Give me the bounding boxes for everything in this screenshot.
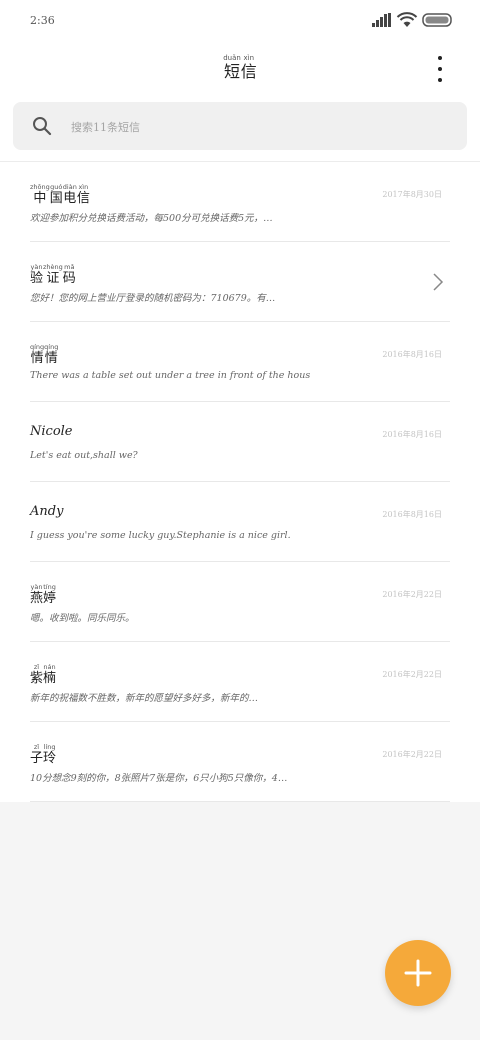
message-preview: There was a table set out under a tree i… bbox=[30, 370, 311, 381]
message-preview: I guess you're some lucky guy.Stephanie … bbox=[30, 530, 291, 541]
message-date: 2016年2月22日 bbox=[382, 670, 442, 679]
contact-name: Andy bbox=[30, 504, 64, 519]
message-preview: 10分想念9刻的你，8张照片7张是你，6只小狗5只像你，4… bbox=[30, 773, 288, 784]
message-date: 2017年8月30日 bbox=[382, 190, 442, 199]
message-preview: 您好！您的网上营业厅登录的随机密码为：710679。有… bbox=[30, 293, 276, 304]
message-preview: 欢迎参加积分兑换话费活动，每500分可兑换话费5元，… bbox=[30, 213, 273, 224]
page-title: 短duǎn信xìn bbox=[0, 54, 480, 82]
message-preview: Let's eat out,shall we? bbox=[30, 450, 138, 461]
contact-name-char: 玲líng bbox=[43, 743, 57, 766]
status-time: 2:36 bbox=[30, 14, 55, 27]
message-date: 2016年8月16日 bbox=[382, 510, 442, 519]
contact-name-char: 燕yàn bbox=[30, 583, 44, 606]
message-preview: 嗯。收到啦。同乐同乐。 bbox=[30, 613, 135, 624]
more-options-button[interactable] bbox=[428, 54, 452, 84]
contact-name-char: 紫zǐ bbox=[30, 663, 44, 686]
contact-name: 中zhōng国guó电diàn信xìn bbox=[30, 183, 90, 206]
contact-name-char: 电diàn bbox=[62, 183, 77, 206]
list-item[interactable]: 验yàn证zhèng码mǎ 您好！您的网上营业厅登录的随机密码为：710679。有… bbox=[30, 242, 450, 322]
more-vertical-icon-dot bbox=[438, 56, 442, 60]
message-date: 2016年8月16日 bbox=[382, 430, 442, 439]
message-date: 2016年8月16日 bbox=[382, 350, 442, 359]
search-bar[interactable] bbox=[13, 102, 467, 150]
more-vertical-icon-dot bbox=[438, 78, 442, 82]
list-item[interactable]: 紫zǐ楠nán 新年的祝福数不胜数，新年的愿望好多好多，新年的… 2016年2月22… bbox=[30, 642, 450, 722]
contact-name: 紫zǐ楠nán bbox=[30, 663, 57, 686]
message-list: 中zhōng国guó电diàn信xìn 欢迎参加积分兑换话费活动，每500分可兑换… bbox=[0, 161, 480, 802]
contact-name: Nicole bbox=[30, 424, 73, 439]
battery-icon bbox=[422, 13, 452, 27]
list-item[interactable]: Andy I guess you're some lucky guy.Stepha… bbox=[30, 482, 450, 562]
compose-button[interactable] bbox=[385, 940, 451, 1006]
contact-name-char: 国guó bbox=[49, 183, 63, 206]
contact-name-char: 楠nán bbox=[43, 663, 57, 686]
contact-name: 情qíng情qíng bbox=[30, 343, 59, 366]
header: 短duǎn信xìn bbox=[0, 50, 480, 90]
contact-name-char: 情qíng bbox=[30, 343, 45, 366]
list-item[interactable]: 情qíng情qíng There was a table set out unde… bbox=[30, 322, 450, 402]
search-icon bbox=[33, 117, 52, 136]
contact-name-char: 验yàn bbox=[30, 263, 44, 286]
contact-name-char: 子zǐ bbox=[30, 743, 44, 766]
search-input[interactable] bbox=[71, 116, 431, 138]
contact-name-char: 情qíng bbox=[44, 343, 59, 366]
message-date: 2016年2月22日 bbox=[382, 590, 442, 599]
screen: 2:36 短duǎn信xìn 搜索11条短信 中zhōng国guó电diàn信x… bbox=[0, 0, 480, 1040]
list-item[interactable]: 燕yàn婷tíng 嗯。收到啦。同乐同乐。 2016年2月22日 bbox=[30, 562, 450, 642]
contact-name-char: 婷tíng bbox=[43, 583, 57, 606]
contact-name-char: 信xìn bbox=[76, 183, 90, 206]
list-item[interactable]: Nicole Let's eat out,shall we? 2016年8月16日 bbox=[30, 402, 450, 482]
status-bar: 2:36 bbox=[0, 0, 480, 40]
contact-name-char: 证zhèng bbox=[43, 263, 63, 286]
list-item[interactable]: 子zǐ玲líng 10分想念9刻的你，8张照片7张是你，6只小狗5只像你，4… 20… bbox=[30, 722, 450, 802]
wifi-icon bbox=[396, 12, 418, 27]
chevron-right-icon bbox=[433, 273, 444, 291]
signal-icon bbox=[372, 13, 391, 27]
contact-name-char: 中zhōng bbox=[30, 183, 50, 206]
message-date: 2016年2月22日 bbox=[382, 750, 442, 759]
contact-name: 验yàn证zhèng码mǎ bbox=[30, 263, 76, 286]
page-title-char: 信xìn bbox=[240, 54, 257, 81]
contact-name-char: 码mǎ bbox=[62, 263, 76, 286]
content-area: 2:36 短duǎn信xìn 搜索11条短信 中zhōng国guó电diàn信x… bbox=[0, 0, 480, 802]
page-title-char: 短duǎn bbox=[223, 54, 241, 81]
contact-name: 燕yàn婷tíng bbox=[30, 583, 57, 606]
message-preview: 新年的祝福数不胜数，新年的愿望好多好多，新年的… bbox=[30, 693, 259, 704]
contact-name: 子zǐ玲líng bbox=[30, 743, 57, 766]
list-item[interactable]: 中zhōng国guó电diàn信xìn 欢迎参加积分兑换话费活动，每500分可兑换… bbox=[30, 162, 450, 242]
more-vertical-icon-dot bbox=[438, 67, 442, 71]
plus-icon bbox=[404, 959, 432, 987]
